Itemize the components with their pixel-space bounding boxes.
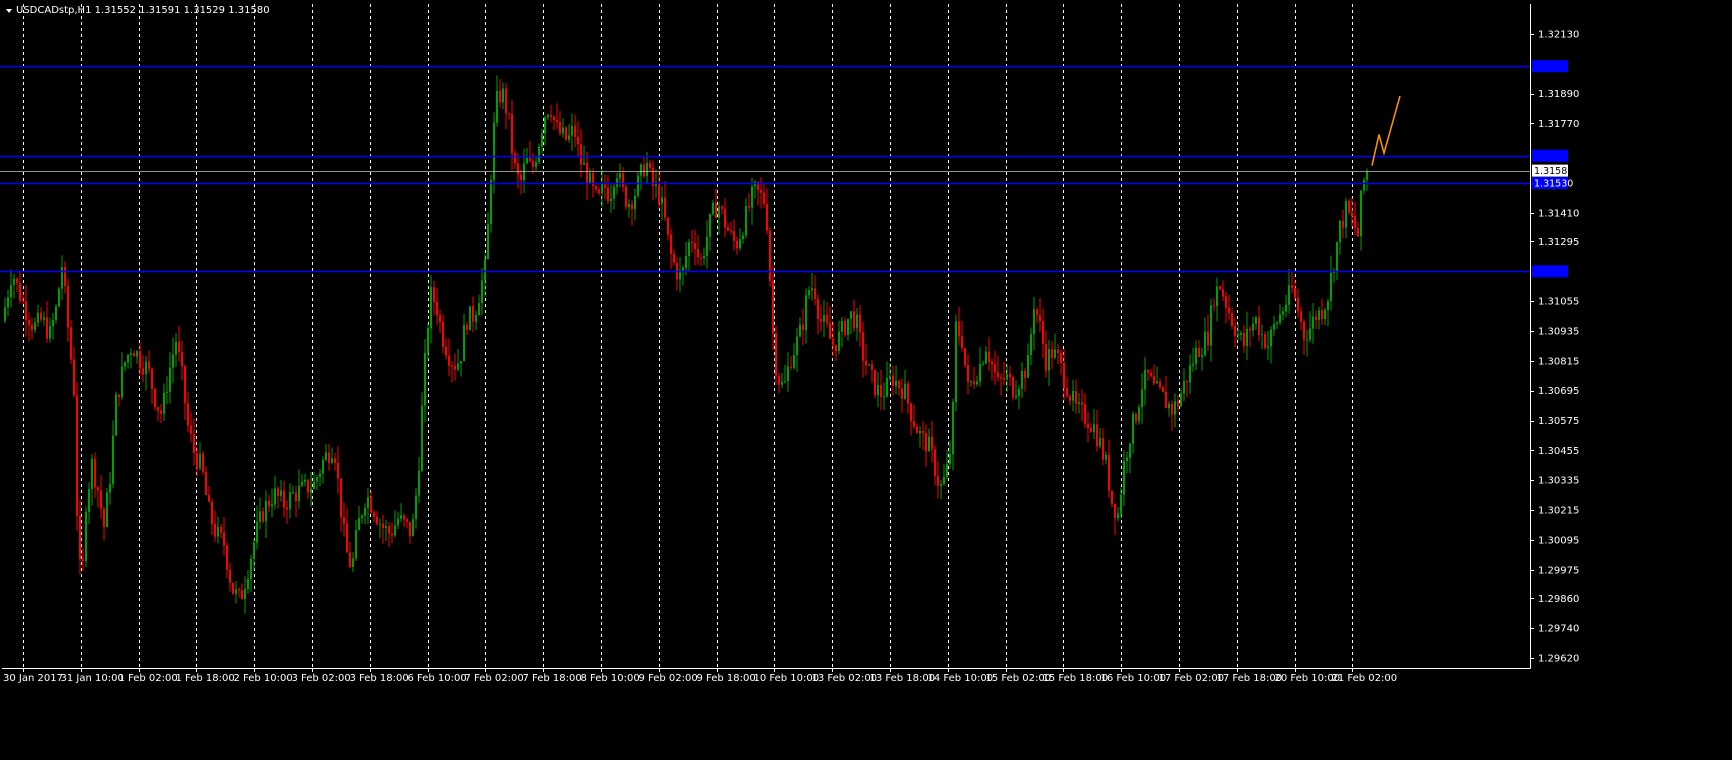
x-tick-label: 31 Jan 10:00 xyxy=(61,673,124,684)
x-tick-label: 1 Feb 18:00 xyxy=(176,673,235,684)
x-tick-label: 20 Feb 10:00 xyxy=(1275,673,1341,684)
candle xyxy=(202,450,204,476)
x-tick-label: 7 Feb 18:00 xyxy=(523,673,582,684)
x-tick-label: 7 Feb 02:00 xyxy=(465,673,524,684)
y-tick-label: 1.31295 xyxy=(1538,237,1579,248)
x-tick-label: 17 Feb 02:00 xyxy=(1159,673,1225,684)
level-price-tag xyxy=(1532,149,1568,162)
y-tick-label: 1.30575 xyxy=(1538,416,1579,427)
candle xyxy=(58,287,60,308)
price-chart[interactable]: 1.32130 1.31890 1.31770 1.31410 1.31295 1.310… xyxy=(0,0,1732,760)
y-tick-label: 1.31055 xyxy=(1538,297,1579,308)
x-tick-label: 17 Feb 18:00 xyxy=(1217,673,1283,684)
candle xyxy=(964,347,966,368)
x-tick-label: 21 Feb 02:00 xyxy=(1332,673,1398,684)
x-tick-label: 1 Feb 02:00 xyxy=(119,673,178,684)
y-tick-label: 1.29740 xyxy=(1538,624,1579,635)
x-tick-label: 9 Feb 02:00 xyxy=(639,673,698,684)
candle xyxy=(469,305,471,331)
level-price-tag: 1.31530 xyxy=(1532,177,1573,190)
x-tick-label: 15 Feb 18:00 xyxy=(1043,673,1109,684)
chart-header: USDCADstp,H1 1.31552 1.31591 1.31529 1.3… xyxy=(6,5,270,16)
x-tick-label: 8 Feb 10:00 xyxy=(581,673,640,684)
current-price-label: 1.31580 xyxy=(1534,166,1573,177)
y-tick-label: 1.30935 xyxy=(1538,327,1579,338)
current-price-tag: 1.31580 xyxy=(1532,164,1573,177)
symbol-header: USDCADstp,H1 1.31552 1.31591 1.31529 1.3… xyxy=(16,5,270,16)
candle xyxy=(1012,375,1014,401)
x-tick-label: 6 Feb 10:00 xyxy=(408,673,467,684)
level-price-label: 1.31530 xyxy=(1534,179,1573,190)
x-tick-label: 30 Jan 2017 xyxy=(3,673,63,684)
candle xyxy=(154,387,156,411)
x-tick-label: 2 Feb 10:00 xyxy=(234,673,293,684)
candle xyxy=(637,171,639,199)
x-tick-label: 14 Feb 10:00 xyxy=(928,673,994,684)
x-tick-label: 13 Feb 02:00 xyxy=(812,673,878,684)
y-tick-label: 1.31890 xyxy=(1538,89,1579,100)
x-tick-label: 10 Feb 10:00 xyxy=(754,673,820,684)
y-tick-label: 1.29620 xyxy=(1538,654,1579,665)
level-price-tag xyxy=(1532,265,1568,278)
candle xyxy=(625,184,627,211)
candle xyxy=(1348,199,1350,215)
y-tick-label: 1.30695 xyxy=(1538,386,1579,397)
y-tick-label: 1.29860 xyxy=(1538,594,1579,605)
x-tick-label: 13 Feb 18:00 xyxy=(870,673,936,684)
candle xyxy=(955,314,957,412)
x-tick-label: 15 Feb 02:00 xyxy=(986,673,1052,684)
y-tick-label: 1.30335 xyxy=(1538,476,1579,487)
candle xyxy=(565,126,567,142)
candle xyxy=(538,143,540,165)
x-tick-label: 3 Feb 02:00 xyxy=(292,673,351,684)
candle xyxy=(106,487,108,528)
level-price-tag xyxy=(1532,60,1568,73)
candle xyxy=(232,582,234,595)
x-tick-label: 3 Feb 18:00 xyxy=(350,673,409,684)
y-tick-label: 1.30815 xyxy=(1538,356,1579,367)
y-tick-label: 1.29975 xyxy=(1538,565,1579,576)
y-tick-label: 1.31410 xyxy=(1538,208,1579,219)
y-tick-label: 1.32130 xyxy=(1538,29,1579,40)
chart-background xyxy=(0,0,1732,760)
y-tick-label: 1.30095 xyxy=(1538,535,1579,546)
y-tick-label: 1.30215 xyxy=(1538,506,1579,517)
y-tick-label: 1.31770 xyxy=(1538,119,1579,130)
x-tick-label: 9 Feb 18:00 xyxy=(697,673,756,684)
candle xyxy=(85,506,87,568)
candle xyxy=(769,227,771,287)
candle xyxy=(115,391,117,437)
candle xyxy=(76,382,78,531)
y-tick-label: 1.30455 xyxy=(1538,446,1579,457)
candle xyxy=(874,369,876,398)
x-tick-label: 16 Feb 10:00 xyxy=(1101,673,1167,684)
